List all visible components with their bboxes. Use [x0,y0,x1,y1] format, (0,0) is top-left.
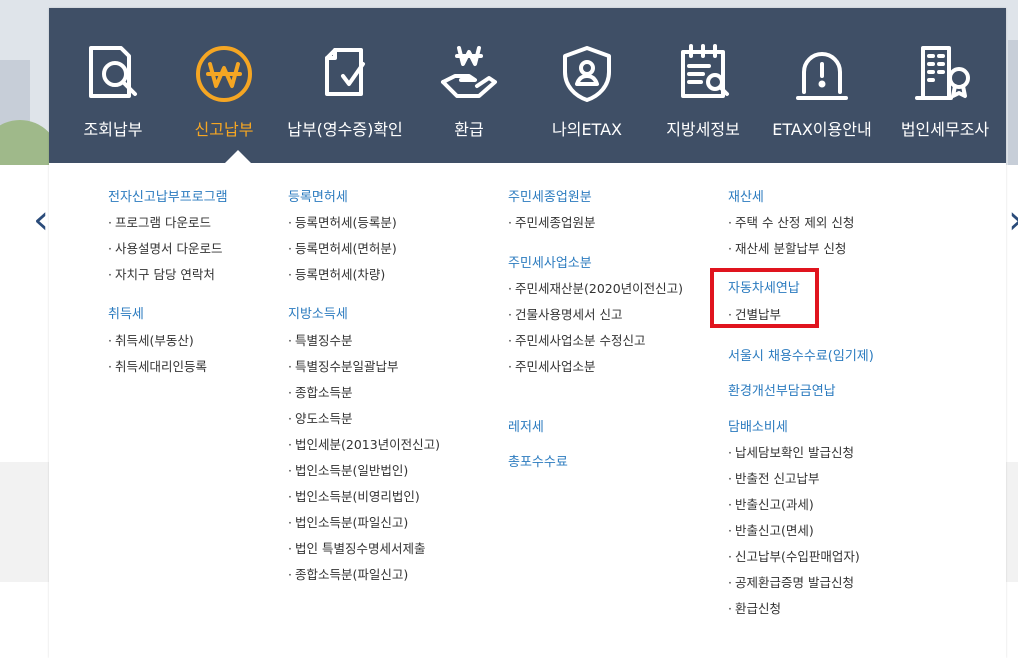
submenu-item[interactable]: 종합소득분 [288,382,353,401]
submenu-item[interactable]: 취득세대리인등록 [108,356,207,375]
section-title[interactable]: 총포수수료 [508,451,568,470]
submenu-item[interactable]: 주택 수 산정 제외 신청 [728,212,854,231]
nav-item-report-payment[interactable]: 신고납부 [167,8,281,163]
submenu-item[interactable]: 법인소득분(일반법인) [288,460,408,479]
nav-item-refund[interactable]: 환급 [409,8,529,163]
nav-label: 납부(영수증)확인 [287,120,403,139]
submenu-item[interactable]: 공제환급증명 발급신청 [728,572,854,591]
submenu-item[interactable]: 주민세종업원분 [508,212,596,231]
building-badge-icon [913,42,977,106]
submenu-item[interactable]: 반출신고(면세) [728,520,814,539]
section-title[interactable]: 전자신고납부프로그램 [108,186,228,205]
submenu-item[interactable]: 반출신고(과세) [728,494,814,513]
submenu-item[interactable]: 특별징수분일괄납부 [288,356,399,375]
search-document-icon [81,42,145,106]
background-building [1008,40,1018,165]
submenu-item[interactable]: 취득세(부동산) [108,330,194,349]
nav-item-etax-guide[interactable]: ETAX이용안내 [757,8,887,163]
user-shield-icon [555,42,619,106]
section-title[interactable]: 주민세종업원분 [508,186,592,205]
submenu-item[interactable]: 사용설명서 다운로드 [108,238,222,257]
submenu-item[interactable]: 등록면허세(등록분) [288,212,397,231]
nav-label: 지방세정보 [666,120,740,139]
mega-menu: 조회납부 신고납부 납부(영수증)확인 환급 나의ETAX 지방세정보 ETAX… [49,8,1006,658]
nav-label: 나의ETAX [552,120,622,139]
submenu-item[interactable]: 법인소득분(비영리법인) [288,486,420,505]
nav-item-my-etax[interactable]: 나의ETAX [529,8,645,163]
submenu-item[interactable]: 주민세사업소분 수정신고 [508,330,645,349]
section-title[interactable]: 재산세 [728,186,764,205]
won-coin-icon [192,42,256,106]
submenu-item[interactable]: 주민세재산분(2020년이전신고) [508,278,683,297]
submenu-item[interactable]: 양도소득분 [288,408,353,427]
nav-item-receipt-check[interactable]: 납부(영수증)확인 [281,8,409,163]
nav-item-inquiry-payment[interactable]: 조회납부 [49,8,177,163]
submenu-item[interactable]: 법인 특별징수명세서제출 [288,538,425,557]
submenu-item[interactable]: 법인소득분(파일신고) [288,512,408,531]
submenu-item[interactable]: 반출전 신고납부 [728,468,819,487]
nav-label: ETAX이용안내 [772,120,872,139]
submenu-item[interactable]: 종합소득분(파일신고) [288,564,408,583]
submenu-item[interactable]: 환급신청 [728,598,781,617]
section-title[interactable]: 환경개선부담금연납 [728,380,836,399]
submenu-item[interactable]: 특별징수분 [288,330,353,349]
submenu-item[interactable]: 등록면허세(면허분) [288,238,397,257]
submenu-item[interactable]: 신고납부(수입판매업자) [728,546,860,565]
receipt-check-icon [313,42,377,106]
main-nav: 조회납부 신고납부 납부(영수증)확인 환급 나의ETAX 지방세정보 ETAX… [49,8,1006,163]
section-title[interactable]: 주민세사업소분 [508,252,592,271]
nav-item-local-tax-info[interactable]: 지방세정보 [645,8,761,163]
active-caret [225,150,251,163]
section-title[interactable]: 담배소비세 [728,416,788,435]
section-title[interactable]: 등록면허세 [288,186,348,205]
nav-item-corporate-audit[interactable]: 법인세무조사 [885,8,1005,163]
submenu-item[interactable]: 자치구 담당 연락처 [108,264,215,283]
refund-hand-icon [437,42,501,106]
submenu-item[interactable]: 납세담보확인 발급신청 [728,442,854,461]
section-title[interactable]: 지방소득세 [288,303,348,322]
section-title[interactable]: 취득세 [108,303,144,322]
next-arrow-icon[interactable]: › [1005,200,1018,240]
nav-label: 환급 [454,120,484,139]
submenu-item[interactable]: 주민세사업소분 [508,356,596,375]
submenu-item[interactable]: 등록면허세(차량) [288,264,385,283]
nav-label: 조회납부 [83,120,143,139]
nav-label: 신고납부 [194,120,254,139]
submenu-item[interactable]: 프로그램 다운로드 [108,212,211,231]
section-title[interactable]: 레저세 [508,416,544,435]
calendar-search-icon [671,42,735,106]
section-title[interactable]: 서울시 채용수수료(임기제) [728,345,874,364]
submenu-item[interactable]: 건물사용명세서 신고 [508,304,622,323]
submenu-item[interactable]: 재산세 분할납부 신청 [728,238,846,257]
submenu-item[interactable]: 법인세분(2013년이전신고) [288,434,440,453]
red-highlight-box [710,268,819,328]
nav-label: 법인세무조사 [900,120,990,139]
alert-bell-icon [790,42,854,106]
